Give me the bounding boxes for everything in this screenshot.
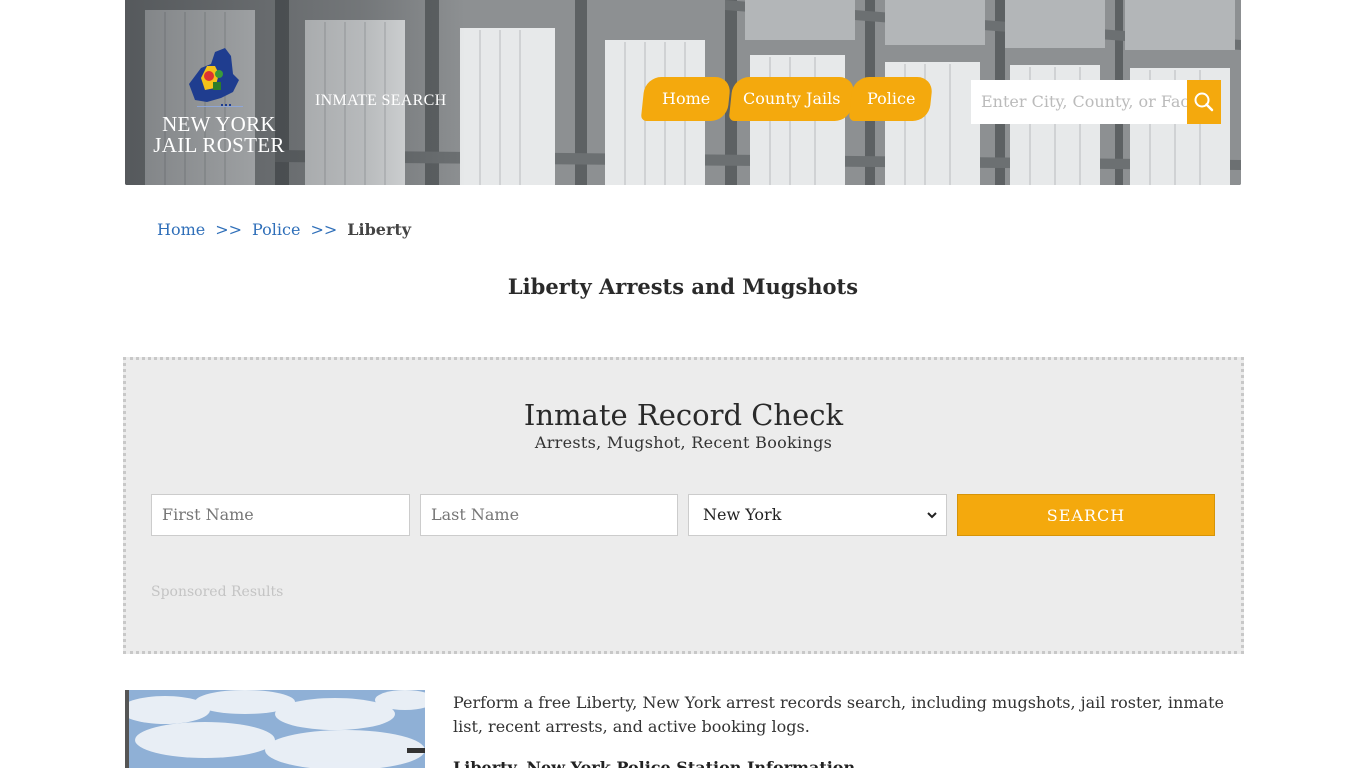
facility-search-button[interactable] <box>1187 80 1221 124</box>
nav-home-label: Home <box>661 89 711 108</box>
chevron-down-icon <box>927 512 937 519</box>
nav-home[interactable]: Home <box>640 77 732 121</box>
inmate-search-button[interactable]: SEARCH <box>957 494 1215 536</box>
inmate-search-link[interactable]: INMATE SEARCH <box>315 92 446 110</box>
record-check-subtitle: Arrests, Mugshot, Recent Bookings <box>534 433 833 452</box>
logo-line-1: NEW YORK <box>162 112 276 136</box>
inmate-record-check-panel: Inmate Record Check Arrests, Mugshot, Re… <box>123 357 1244 654</box>
header-banner: NEW YORK JAIL ROSTER INMATE SEARCH Home … <box>125 0 1241 185</box>
breadcrumb-separator: >> <box>215 220 243 239</box>
page-title: Liberty Arrests and Mugshots <box>507 274 859 299</box>
breadcrumb-police[interactable]: Police <box>252 220 300 239</box>
breadcrumb-home[interactable]: Home <box>157 220 205 239</box>
breadcrumb-separator: >> <box>310 220 338 239</box>
facility-search-input[interactable]: Enter City, County, or Facil <box>971 80 1187 124</box>
breadcrumb: Home >> Police >> Liberty <box>157 220 411 239</box>
state-select-value: New York <box>703 505 782 524</box>
nav-police-label: Police <box>866 89 916 108</box>
nav-county-jails[interactable]: County Jails <box>728 77 856 121</box>
nav-police[interactable]: Police <box>848 77 934 121</box>
state-select[interactable]: New York <box>688 494 947 536</box>
sky-clouds-image <box>125 690 425 768</box>
nav-county-jails-label: County Jails <box>743 89 841 108</box>
first-name-field[interactable]: First Name <box>151 494 410 536</box>
intro-paragraph: Perform a free Liberty, New York arrest … <box>453 693 1224 736</box>
search-icon <box>1194 92 1214 112</box>
police-station-info-heading: Liberty, New York Police Station Informa… <box>453 758 856 768</box>
sponsored-results-label: Sponsored Results <box>151 584 284 600</box>
logo-line-2: JAIL ROSTER <box>153 133 285 157</box>
last-name-field[interactable]: Last Name <box>420 494 678 536</box>
breadcrumb-current: Liberty <box>347 220 412 239</box>
new-york-state-emblem-icon <box>189 48 243 107</box>
liberty-photo <box>125 690 425 768</box>
site-logo[interactable]: NEW YORK JAIL ROSTER <box>149 44 289 162</box>
logo-wordmark: NEW YORK JAIL ROSTER <box>149 114 289 156</box>
record-check-title: Inmate Record Check <box>523 398 844 432</box>
